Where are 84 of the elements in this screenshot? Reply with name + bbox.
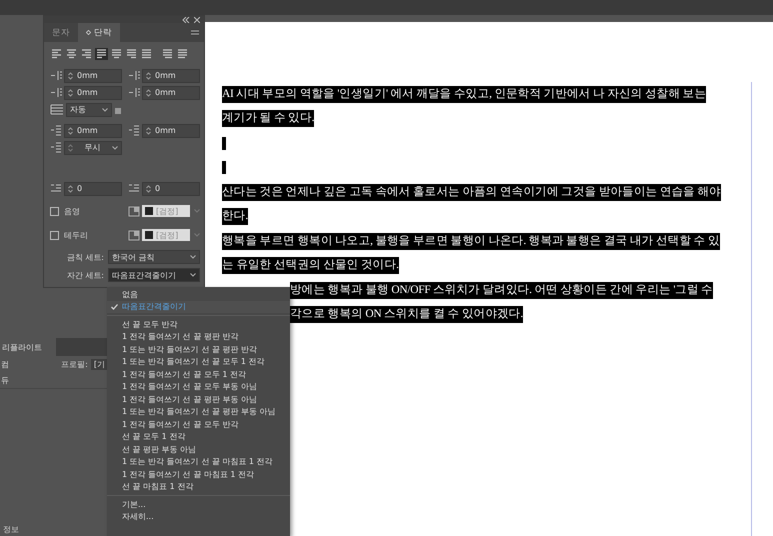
indent-icon xyxy=(50,87,62,98)
stepper-icon[interactable] xyxy=(146,88,151,96)
set-label: 자간 세트: xyxy=(66,270,104,280)
checkbox[interactable] xyxy=(50,206,59,216)
menu-item[interactable]: 1 또는 반각 들여쓰기 선 끝 평판 부동 아님 xyxy=(107,406,290,418)
menu-item[interactable]: 선 끝 마침표 1 전각 xyxy=(107,480,290,493)
selected-paragraph-mark xyxy=(222,136,226,150)
stepper-icon[interactable] xyxy=(146,184,151,192)
drop-cap-field[interactable]: 0 xyxy=(64,182,122,196)
panel-tab[interactable]: 단락 xyxy=(78,23,120,42)
stepper-icon[interactable] xyxy=(68,184,73,192)
panel-tab[interactable]: 리플라이트 xyxy=(0,338,56,356)
caret-icon[interactable] xyxy=(112,146,118,150)
alignment-icon[interactable] xyxy=(110,48,123,60)
option-label: 음영 xyxy=(64,206,81,216)
stepper-icon[interactable] xyxy=(68,126,73,134)
panel-tab[interactable]: 문자 xyxy=(44,23,78,42)
grid-align-icon xyxy=(50,142,62,153)
menu-item[interactable]: 1 전각 들여쓰기 선 끝 모두 부동 아님 xyxy=(107,380,290,393)
indent-field[interactable]: 0mm xyxy=(64,86,122,100)
profile-label: 프로필: xyxy=(61,358,88,370)
menu-item[interactable]: 선 끝 모두 반각 xyxy=(107,318,290,330)
indent-icon xyxy=(128,70,140,81)
collapse-icon[interactable] xyxy=(182,16,190,22)
alignment-icon[interactable] xyxy=(161,48,174,60)
spacing-field[interactable]: 0mm xyxy=(64,124,122,138)
alignment-icon[interactable] xyxy=(176,48,189,60)
lines-dropdown[interactable]: 자동 xyxy=(66,102,112,116)
row-label: 컴 xyxy=(1,358,9,370)
grid-align-dropdown[interactable]: 무시 xyxy=(64,140,122,154)
alignment-icon[interactable] xyxy=(80,48,93,60)
caret-icon[interactable] xyxy=(190,273,196,277)
row-label: 듀 xyxy=(1,374,9,386)
stepper-icon[interactable] xyxy=(146,126,151,134)
set-label: 금칙 세트: xyxy=(66,252,104,262)
stepper-icon[interactable] xyxy=(146,72,151,80)
panel-menu-icon[interactable] xyxy=(191,30,199,35)
indent-field[interactable]: 0mm xyxy=(142,68,200,82)
option-label: 테두리 xyxy=(64,230,89,240)
indent-field[interactable]: 0mm xyxy=(142,86,200,100)
spacing-icon xyxy=(128,125,140,136)
spacing-icon xyxy=(50,125,62,136)
stepper-icon[interactable] xyxy=(68,88,73,96)
diamond-icon xyxy=(86,30,91,35)
menu-item[interactable]: 1 전각 들여쓰기 선 끝 모두 반각 xyxy=(107,418,290,430)
caret-icon[interactable] xyxy=(190,255,196,259)
indent-icon xyxy=(50,70,62,81)
menu-item[interactable]: 선 끝 모두 1 전각 xyxy=(107,430,290,443)
caret-icon[interactable] xyxy=(102,108,108,112)
selected-paragraph-mark xyxy=(222,161,226,174)
checkbox[interactable] xyxy=(50,230,59,240)
stepper-icon[interactable] xyxy=(68,72,73,80)
set-dropdown[interactable]: 한국어 금칙 xyxy=(108,250,200,264)
profile-field[interactable]: [기 xyxy=(90,358,108,370)
menu-item[interactable]: 1 또는 반각 들여쓰기 선 끝 모두 1 전각 xyxy=(107,356,290,368)
alignment-icon[interactable] xyxy=(95,48,108,60)
stepper-icon[interactable] xyxy=(68,144,73,152)
alignment-icon[interactable] xyxy=(140,48,153,60)
info-label: 정보 xyxy=(3,525,19,534)
menu-item[interactable]: 1 또는 반각 들여쓰기 선 끝 마침표 1 전각 xyxy=(107,456,290,468)
alignment-icon[interactable] xyxy=(125,48,138,60)
menu-item[interactable]: 1 전각 들여쓰기 선 끝 모두 1 전각 xyxy=(107,368,290,380)
menu-item[interactable]: 1 전각 들여쓰기 선 끝 마침표 1 전각 xyxy=(107,468,290,480)
check-icon xyxy=(111,304,118,310)
spacing-field[interactable]: 0mm xyxy=(142,124,200,138)
swatch-grid-icon[interactable] xyxy=(128,230,140,240)
indent-field[interactable]: 0mm xyxy=(64,68,122,82)
menu-item[interactable]: 선 끝 평판 부동 아님 xyxy=(107,443,290,456)
drop-cap-field[interactable]: 0 xyxy=(142,182,200,196)
drop-cap-lines-icon xyxy=(50,104,64,115)
menu-item[interactable]: 기본... xyxy=(107,498,290,510)
indent-icon xyxy=(128,87,140,98)
close-icon[interactable] xyxy=(194,16,200,22)
swatch-grid-icon[interactable] xyxy=(128,206,140,216)
set-dropdown[interactable]: 따옴표간격줄이기 xyxy=(108,268,200,282)
menu-item[interactable]: 1 전각 들여쓰기 선 끝 평판 부동 아님 xyxy=(107,393,290,406)
drop-cap-icon xyxy=(50,183,62,194)
alignment-icon[interactable] xyxy=(50,48,63,60)
menu-item[interactable]: 1 또는 반각 들여쓰기 선 끝 평판 반각 xyxy=(107,343,290,356)
menu-item[interactable]: 1 전각 들여쓰기 선 끝 평판 반각 xyxy=(107,330,290,343)
menu-item[interactable]: 자세히... xyxy=(107,510,290,523)
alignment-icon[interactable] xyxy=(65,48,78,60)
menu-item[interactable]: 없음 xyxy=(107,288,290,300)
drop-cap-icon xyxy=(128,183,140,194)
